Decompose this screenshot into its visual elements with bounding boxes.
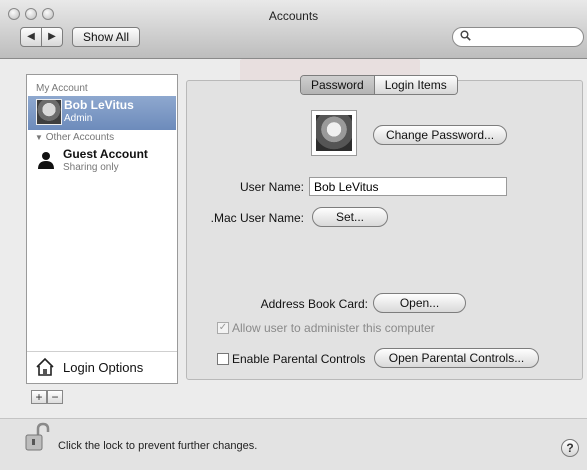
account-name: Bob LeVitus: [64, 98, 134, 112]
tab-bar: Password Login Items: [300, 75, 458, 95]
avatar: [36, 99, 62, 125]
guest-account-icon: [38, 152, 54, 169]
search-field[interactable]: [452, 27, 584, 47]
remove-account-button[interactable]: −: [47, 390, 63, 404]
search-input[interactable]: [473, 30, 577, 46]
allow-admin-checkbox[interactable]: ✓: [217, 322, 229, 334]
other-accounts-header[interactable]: ▼ Other Accounts: [35, 132, 114, 143]
mac-user-name-label: .Mac User Name:: [210, 211, 304, 225]
title-bar: Accounts ◀ ▶ Show All: [0, 0, 587, 59]
tab-login-items[interactable]: Login Items: [373, 76, 457, 94]
account-item-bob-levitus[interactable]: Bob LeVitus Admin: [28, 96, 176, 130]
parental-controls-label: Enable Parental Controls: [232, 352, 366, 366]
my-account-header: My Account: [36, 83, 88, 94]
open-parental-controls-button[interactable]: Open Parental Controls...: [374, 348, 539, 368]
accounts-list[interactable]: My Account Bob LeVitus Admin ▼ Other Acc…: [26, 74, 178, 384]
parental-controls-checkbox[interactable]: [217, 353, 229, 365]
lock-icon[interactable]: [23, 422, 51, 452]
account-role: Admin: [64, 113, 93, 124]
other-accounts-label: Other Accounts: [45, 132, 115, 143]
set-mac-name-button[interactable]: Set...: [312, 207, 388, 227]
address-book-card-label: Address Book Card:: [260, 297, 368, 311]
add-account-button[interactable]: +: [31, 390, 47, 404]
forward-arrow-icon: ▶: [48, 31, 56, 42]
change-password-button[interactable]: Change Password...: [373, 125, 507, 145]
tab-password[interactable]: Password: [301, 76, 374, 94]
window-title: Accounts: [268, 9, 319, 23]
disclosure-triangle-icon[interactable]: ▼: [35, 133, 43, 142]
back-arrow-icon: ◀: [27, 31, 35, 42]
login-options-label: Login Options: [63, 360, 144, 375]
guest-account-name[interactable]: Guest Account: [63, 147, 148, 161]
guest-account-subtitle: Sharing only: [63, 162, 119, 173]
help-button[interactable]: ?: [561, 439, 579, 457]
show-all-button[interactable]: Show All: [72, 27, 140, 47]
user-photo: [316, 115, 352, 151]
sidebar-divider: [27, 351, 177, 352]
allow-admin-label: Allow user to administer this computer: [232, 321, 435, 335]
search-icon: [460, 30, 471, 44]
forward-button[interactable]: ▶: [41, 27, 63, 47]
accounts-window: Accounts ◀ ▶ Show All My Account Bob LeV…: [0, 0, 587, 470]
user-name-label: User Name:: [239, 180, 304, 194]
user-name-field[interactable]: [309, 177, 507, 196]
house-icon: [36, 357, 54, 376]
lock-status-text: Click the lock to prevent further change…: [58, 440, 258, 452]
back-button[interactable]: ◀: [20, 27, 42, 47]
open-address-book-button[interactable]: Open...: [373, 293, 466, 313]
user-picture-well[interactable]: [311, 110, 357, 156]
